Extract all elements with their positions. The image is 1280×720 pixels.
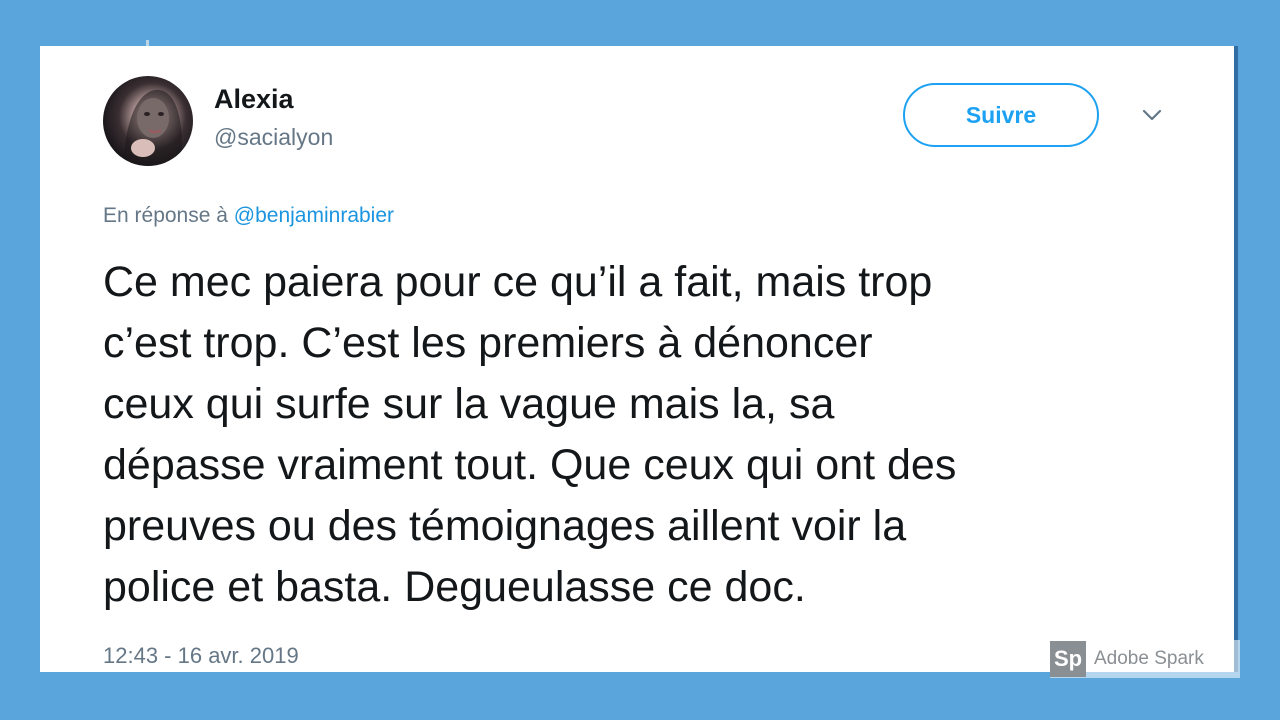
- reply-context: En réponse à @benjaminrabier: [103, 204, 394, 228]
- tweet-text-line: Ce mec paiera pour ce qu’il a fait, mais…: [103, 258, 933, 306]
- tweet-text-line: police et basta. Degueulasse ce doc.: [103, 563, 806, 611]
- tweet-card: Alexia @sacialyon Suivre En réponse à @b…: [40, 46, 1237, 672]
- tweet-text: Ce mec paiera pour ce qu’il a fait, mais…: [103, 252, 1183, 618]
- tweet-text-line: dépasse vraiment tout. Que ceux qui ont …: [103, 441, 957, 489]
- tweet-text-line: ceux qui surfe sur la vague mais la, sa: [103, 380, 835, 428]
- tweet-text-line: preuves ou des témoignages aillent voir …: [103, 502, 907, 550]
- tweet-timestamp[interactable]: 12:43 - 16 avr. 2019: [103, 643, 299, 669]
- spark-logo-icon: Sp: [1050, 641, 1086, 677]
- tweet-text-line: c’est trop. C’est les premiers à dénonce…: [103, 319, 873, 367]
- reply-prefix: En réponse à: [103, 204, 228, 227]
- follow-button[interactable]: Suivre: [903, 83, 1099, 147]
- adobe-spark-watermark: Sp Adobe Spark: [1050, 640, 1240, 678]
- avatar-image: [123, 89, 182, 166]
- chevron-down-icon[interactable]: [1140, 106, 1164, 124]
- author-handle[interactable]: @sacialyon: [214, 124, 333, 151]
- frame-edge: [1234, 46, 1238, 672]
- watermark-text: Adobe Spark: [1094, 648, 1204, 669]
- avatar[interactable]: [103, 76, 193, 166]
- reply-mention-link[interactable]: @benjaminrabier: [234, 204, 394, 227]
- author-name[interactable]: Alexia: [214, 84, 294, 115]
